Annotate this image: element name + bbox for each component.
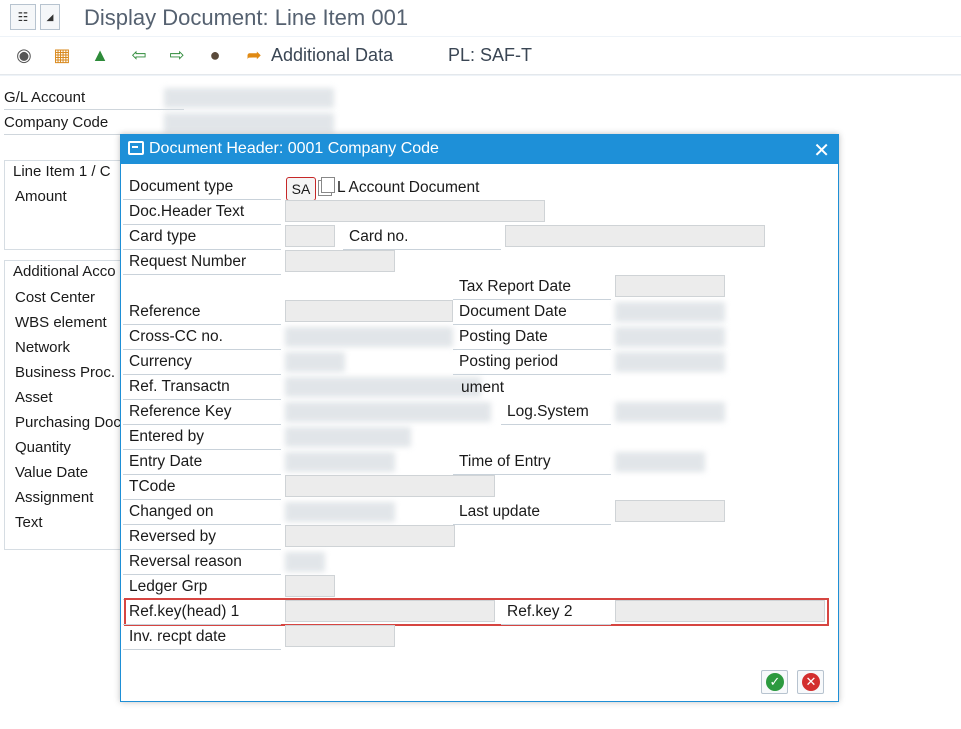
gl-account-label: G/L Account [4, 86, 184, 110]
currency-label: Currency [123, 351, 281, 375]
dialog-header: Document Header: 0001 Company Code ✕ [121, 135, 838, 164]
text-label: Text [15, 514, 43, 531]
document-type-field[interactable]: SA [286, 177, 316, 201]
posting-date-label: Posting Date [453, 326, 611, 350]
card-type-label: Card type [123, 226, 281, 250]
cancel-button[interactable]: ✕ [797, 670, 824, 694]
additional-data-button[interactable]: Additional Data [271, 45, 393, 66]
cross-cc-label: Cross-CC no. [123, 326, 281, 350]
arrow-right-icon[interactable]: ⇨ [165, 43, 189, 67]
entry-date-value [285, 452, 395, 472]
card-type-field[interactable] [285, 225, 335, 247]
wbs-element-label: WBS element [15, 314, 107, 331]
reference-field[interactable] [285, 300, 453, 322]
asset-label: Asset [15, 389, 53, 406]
tax-report-date-label: Tax Report Date [453, 276, 611, 300]
ref-key-head1-field[interactable] [285, 600, 495, 622]
quantity-label: Quantity [15, 439, 71, 456]
pl-saft-button[interactable]: PL: SAF-T [448, 45, 532, 66]
ref-key-head1-label: Ref.key(head) 1 [123, 601, 281, 625]
document-header-dialog: Document Header: 0001 Company Code ✕ Doc… [120, 134, 839, 702]
toolbar: ◉ ▦ ▲ ⇦ ⇨ ● ➦ Additional Data PL: SAF-T [0, 37, 961, 75]
ref-transactn-label: Ref. Transactn [123, 376, 281, 400]
additional-account-title: Additional Acco [13, 263, 116, 280]
inv-recpt-date-label: Inv. recpt date [123, 626, 281, 650]
dropdown-icon[interactable]: ◢ [40, 4, 60, 30]
business-proc-label: Business Proc. [15, 364, 116, 381]
last-update-label: Last update [453, 501, 611, 525]
dialog-title: Document Header: 0001 Company Code [149, 140, 439, 157]
ref-key2-label: Ref.key 2 [501, 601, 611, 625]
posting-date-value [615, 327, 725, 347]
value-date-label: Value Date [15, 464, 89, 481]
company-code-label: Company Code [4, 111, 184, 135]
gl-account-value [164, 88, 334, 108]
document-date-label: Document Date [453, 301, 611, 325]
amount-label: Amount [15, 188, 67, 205]
reference-label: Reference [123, 301, 281, 325]
close-icon[interactable]: ✕ [813, 138, 830, 163]
ref-transactn-value [285, 377, 481, 397]
arrow-left-icon[interactable]: ⇦ [127, 43, 151, 67]
glasses-icon[interactable]: ◉ [12, 43, 36, 67]
document-date-value [615, 302, 725, 322]
entry-date-label: Entry Date [123, 451, 281, 475]
line-item-title: Line Item 1 / C [13, 163, 111, 180]
tcode-label: TCode [123, 476, 281, 500]
time-of-entry-label: Time of Entry [453, 451, 611, 475]
document-type-label: Document type [123, 176, 281, 200]
company-code-value [164, 113, 334, 133]
request-number-label: Request Number [123, 251, 281, 275]
network-label: Network [15, 339, 71, 356]
reversed-by-field[interactable] [285, 525, 455, 547]
doc-header-text-label: Doc.Header Text [123, 201, 281, 225]
additional-account-panel: Additional Acco Cost Center WBS element … [4, 260, 122, 550]
value-help-icon[interactable] [318, 177, 335, 196]
ok-button[interactable]: ✓ [761, 670, 788, 694]
hat-icon[interactable]: ● [203, 43, 227, 67]
log-system-label: Log.System [501, 401, 611, 425]
page-title: Display Document: Line Item 001 [84, 5, 409, 30]
document-type-description: L Account Document [337, 179, 480, 196]
title-bar: ☷ ◢ Display Document: Line Item 001 [0, 0, 961, 36]
entered-by-label: Entered by [123, 426, 281, 450]
landscape-icon[interactable]: ▲ [88, 43, 112, 67]
inv-recpt-date-field[interactable] [285, 625, 395, 647]
ledger-grp-field[interactable] [285, 575, 335, 597]
doc-header-text-field[interactable] [285, 200, 545, 222]
card-no-field[interactable] [505, 225, 765, 247]
time-of-entry-value [615, 452, 705, 472]
reversal-reason-label: Reversal reason [123, 551, 281, 575]
assignment-label: Assignment [15, 489, 94, 506]
tcode-field[interactable] [285, 475, 495, 497]
cost-center-label: Cost Center [15, 289, 96, 306]
ref-transactn-description: ument [461, 379, 505, 396]
dialog-window-icon [128, 141, 144, 155]
reversed-by-label: Reversed by [123, 526, 281, 550]
card-no-label: Card no. [343, 226, 501, 250]
arrow-share-icon[interactable]: ➦ [242, 43, 266, 67]
cancel-icon: ✕ [802, 673, 820, 691]
ledger-grp-label: Ledger Grp [123, 576, 281, 600]
tax-report-date-field[interactable] [615, 275, 725, 297]
export-icon[interactable]: ▦ [50, 43, 74, 67]
checkmark-icon: ✓ [766, 673, 784, 691]
posting-period-value [615, 352, 725, 372]
request-number-field[interactable] [285, 250, 395, 272]
changed-on-label: Changed on [123, 501, 281, 525]
reference-key-label: Reference Key [123, 401, 281, 425]
log-system-value [615, 402, 725, 422]
purchasing-doc-label: Purchasing Doc [15, 414, 121, 431]
line-item-panel: Line Item 1 / C Amount [4, 160, 122, 250]
posting-period-label: Posting period [453, 351, 611, 375]
reference-key-value [285, 402, 491, 422]
last-update-field[interactable] [615, 500, 725, 522]
cross-cc-value [285, 327, 453, 347]
changed-on-value [285, 502, 395, 522]
currency-value [285, 352, 345, 372]
ref-key2-field[interactable] [615, 600, 825, 622]
entered-by-value [285, 427, 411, 447]
menu-icon[interactable]: ☷ [10, 4, 36, 30]
reversal-reason-value [285, 552, 325, 572]
